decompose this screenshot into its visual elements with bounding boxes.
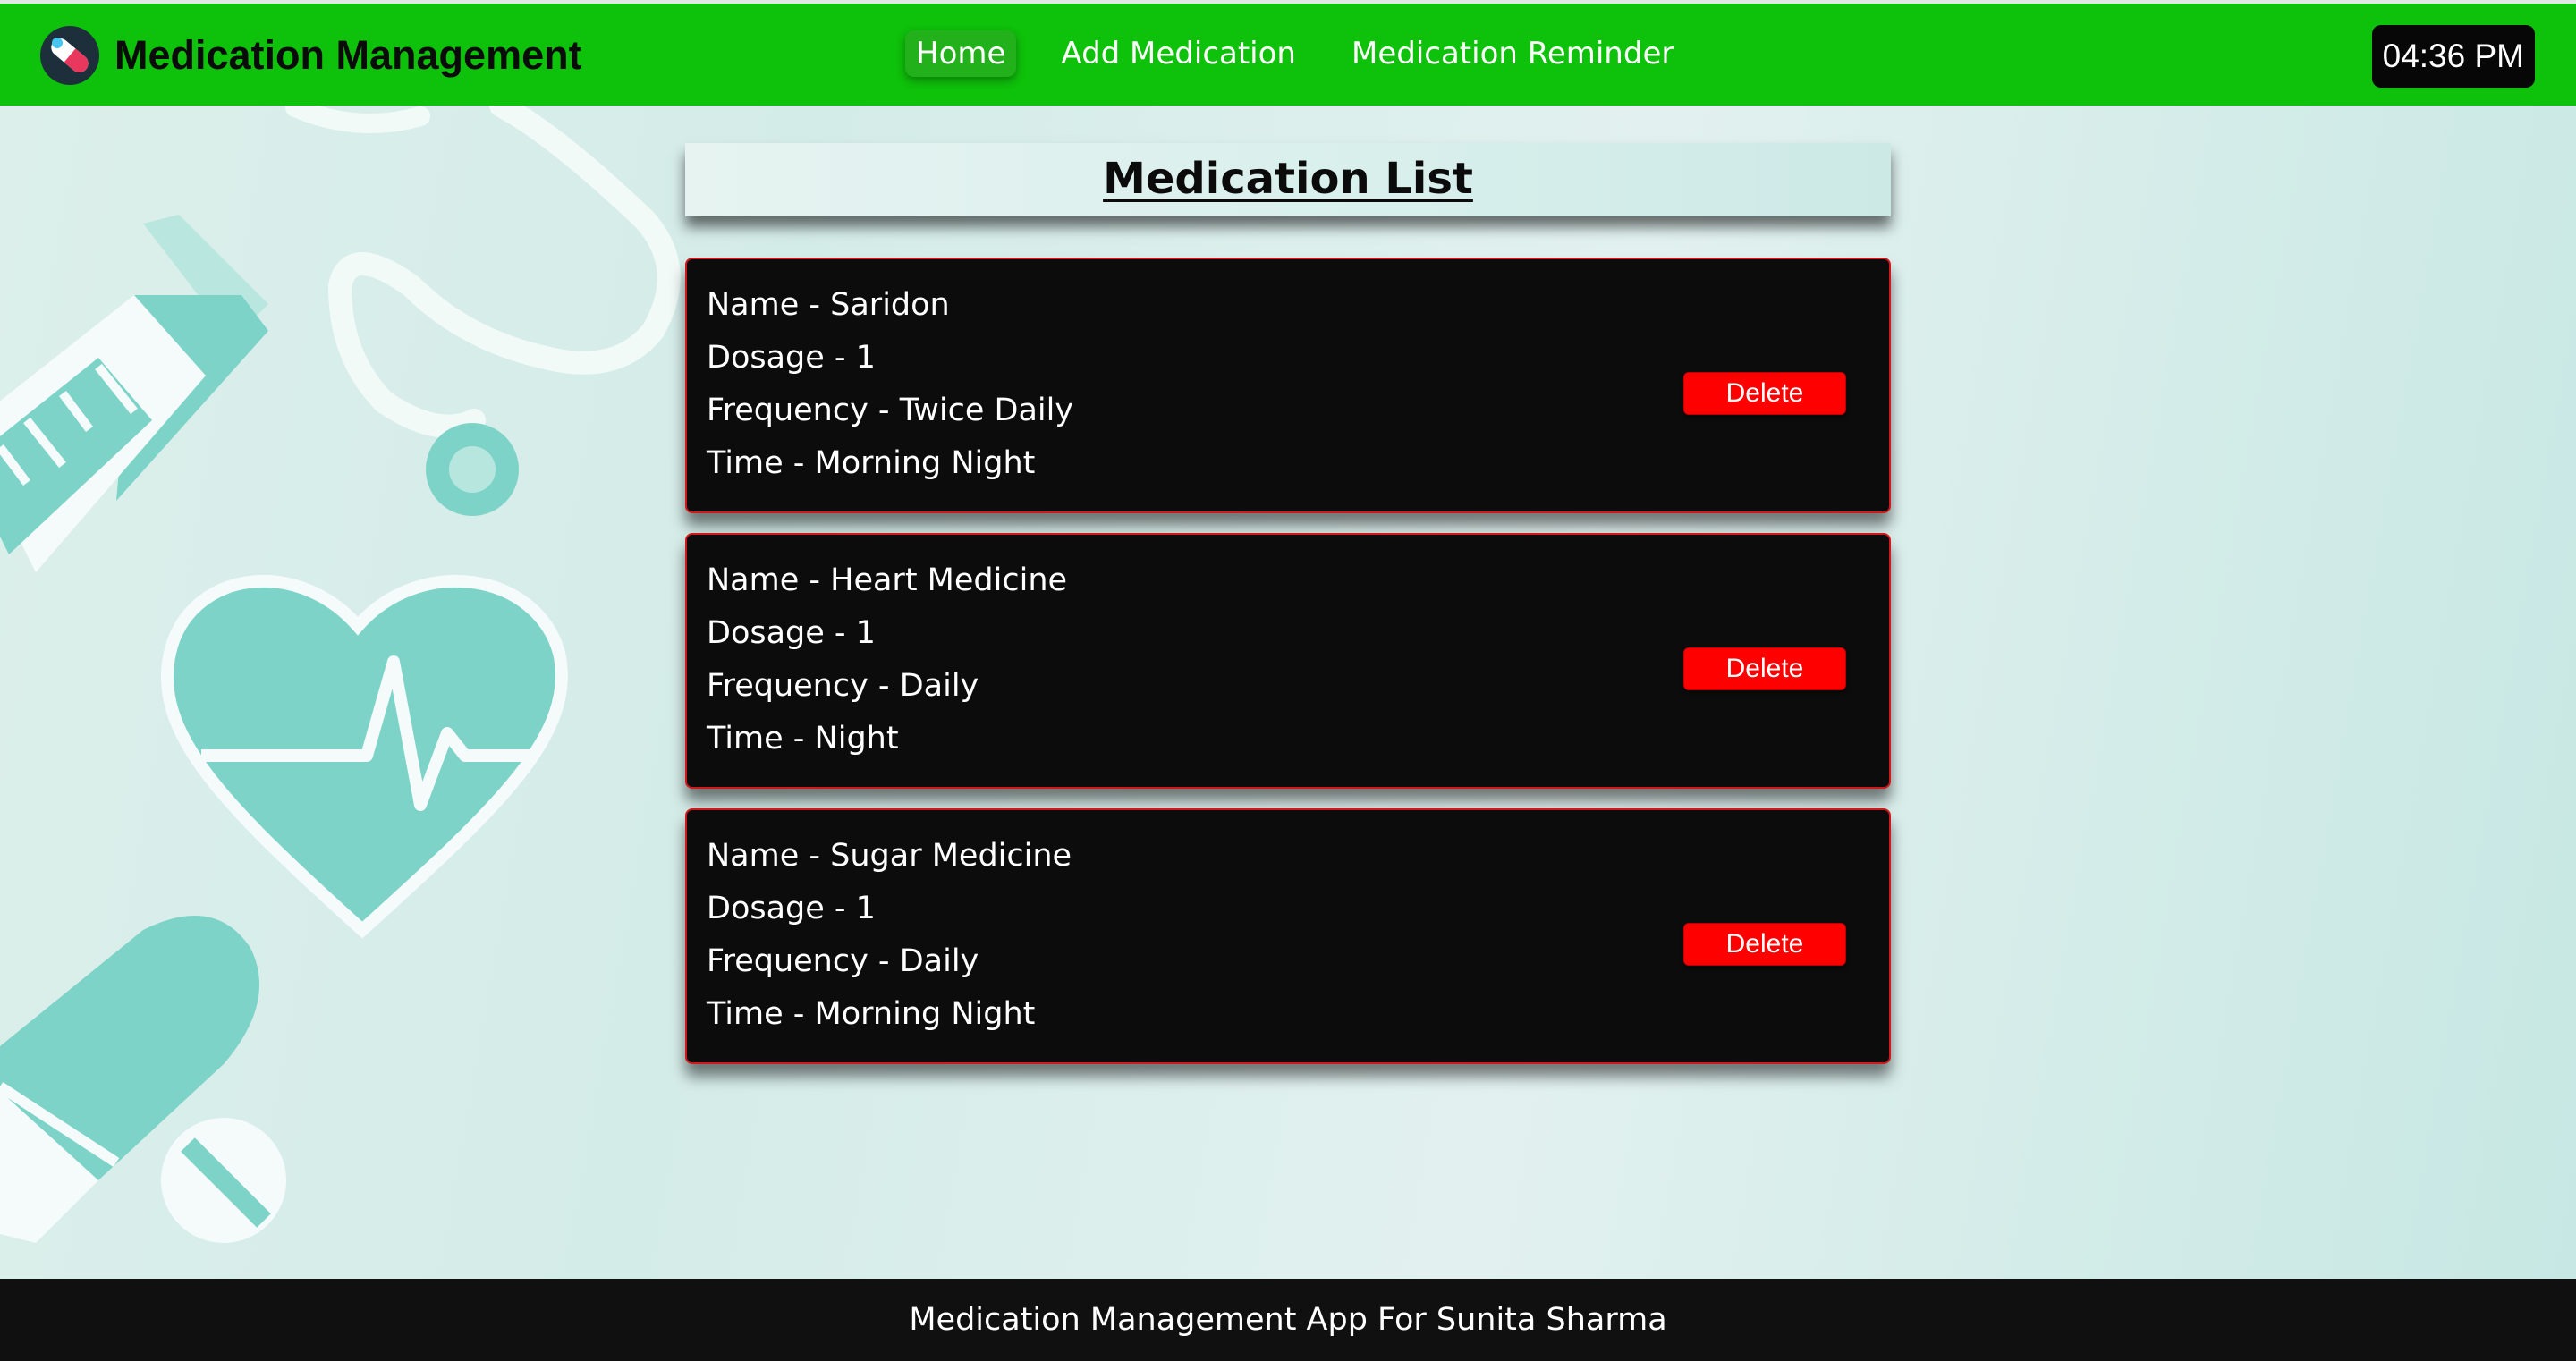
medication-card: Name - Heart Medicine Dosage - 1 Frequen… bbox=[685, 533, 1891, 789]
nav-medication-reminder[interactable]: Medication Reminder bbox=[1341, 30, 1684, 77]
brand[interactable]: Medication Management bbox=[39, 25, 582, 86]
delete-button[interactable]: Delete bbox=[1683, 923, 1846, 966]
list-header: Medication List bbox=[685, 143, 1891, 216]
medication-frequency: Frequency - Twice Daily bbox=[707, 393, 1074, 428]
capsule-illustration bbox=[0, 916, 259, 1243]
main-nav: Home Add Medication Medication Reminder bbox=[905, 30, 1684, 77]
medication-dosage: Dosage - 1 bbox=[707, 615, 876, 651]
stethoscope-illustration bbox=[285, 94, 681, 516]
medication-details: Name - Saridon Dosage - 1 Frequency - Tw… bbox=[707, 279, 1073, 490]
footer: Medication Management App For Sunita Sha… bbox=[0, 1279, 2576, 1361]
medication-list-section: Medication List Name - Saridon Dosage - … bbox=[685, 143, 1891, 1064]
syringe-illustration bbox=[0, 215, 268, 572]
delete-button[interactable]: Delete bbox=[1683, 372, 1846, 415]
medication-frequency: Frequency - Daily bbox=[707, 943, 979, 979]
navbar: Medication Management Home Add Medicatio… bbox=[0, 0, 2576, 106]
page-title: Medication List bbox=[1103, 154, 1473, 204]
tablet-illustration bbox=[161, 1118, 286, 1243]
medication-card: Name - Saridon Dosage - 1 Frequency - Tw… bbox=[685, 258, 1891, 513]
pill-capsule-icon bbox=[40, 26, 99, 85]
delete-button[interactable]: Delete bbox=[1683, 647, 1846, 690]
medication-dosage: Dosage - 1 bbox=[707, 891, 876, 926]
nav-add-medication[interactable]: Add Medication bbox=[1050, 30, 1307, 77]
medication-details: Name - Heart Medicine Dosage - 1 Frequen… bbox=[707, 554, 1067, 765]
medication-details: Name - Sugar Medicine Dosage - 1 Frequen… bbox=[707, 830, 1072, 1041]
medication-time: Time - Night bbox=[707, 721, 899, 757]
clock-display: 04:36 PM bbox=[2371, 25, 2535, 88]
medication-name: Name - Saridon bbox=[707, 287, 950, 323]
app-title: Medication Management bbox=[114, 32, 582, 78]
medication-name: Name - Sugar Medicine bbox=[707, 838, 1072, 874]
medication-time: Time - Morning Night bbox=[707, 445, 1036, 481]
medication-card: Name - Sugar Medicine Dosage - 1 Frequen… bbox=[685, 808, 1891, 1064]
medication-frequency: Frequency - Daily bbox=[707, 668, 979, 704]
footer-text: Medication Management App For Sunita Sha… bbox=[909, 1302, 1667, 1338]
nav-home[interactable]: Home bbox=[905, 30, 1017, 77]
medication-name: Name - Heart Medicine bbox=[707, 562, 1068, 598]
medication-time: Time - Morning Night bbox=[707, 996, 1036, 1032]
heart-pulse-illustration bbox=[160, 574, 568, 939]
medication-dosage: Dosage - 1 bbox=[707, 340, 876, 376]
